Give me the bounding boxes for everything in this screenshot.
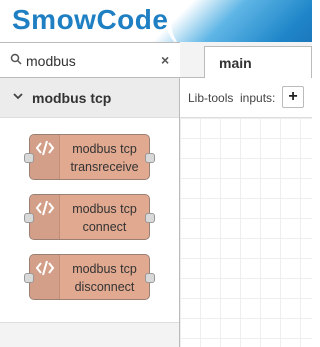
palette-node-modbus-tcp-connect[interactable]: modbus tcp connect bbox=[24, 194, 155, 240]
node-label: modbus tcp connect bbox=[62, 200, 147, 236]
header-wave-decoration bbox=[156, 0, 264, 42]
category-header-modbus-tcp[interactable]: modbus tcp bbox=[0, 78, 179, 118]
node-label-line2: disconnect bbox=[74, 280, 135, 294]
lib-tools-label[interactable]: Lib-tools bbox=[188, 91, 233, 105]
input-port[interactable] bbox=[24, 273, 34, 283]
category-body: modbus tcp transreceive modbus tcp conne… bbox=[0, 118, 179, 322]
node-icon-area bbox=[30, 195, 60, 239]
input-port[interactable] bbox=[24, 213, 34, 223]
node-label-line1: modbus tcp bbox=[72, 142, 137, 156]
chevron-down-icon bbox=[13, 93, 23, 100]
node-icon-area bbox=[30, 255, 60, 299]
node-label-line1: modbus tcp bbox=[72, 262, 137, 276]
output-port[interactable] bbox=[145, 213, 155, 223]
node-palette: × modbus tcp modbus tcp transreceive bbox=[0, 42, 180, 347]
output-port[interactable] bbox=[145, 273, 155, 283]
code-icon bbox=[35, 260, 55, 276]
flow-canvas[interactable] bbox=[180, 118, 312, 347]
workspace-toolbar: Lib-tools inputs: + bbox=[180, 78, 312, 118]
node-label-line2: connect bbox=[82, 220, 127, 234]
tab-main[interactable]: main bbox=[204, 46, 312, 79]
node-label: modbus tcp transreceive bbox=[62, 140, 147, 176]
inputs-label: inputs: bbox=[240, 91, 276, 105]
palette-search: × bbox=[0, 42, 180, 78]
node-icon-area bbox=[30, 135, 60, 179]
clear-search-icon[interactable]: × bbox=[161, 52, 169, 68]
code-icon bbox=[35, 200, 55, 216]
input-port[interactable] bbox=[24, 153, 34, 163]
tab-label: main bbox=[219, 55, 252, 71]
output-port[interactable] bbox=[145, 153, 155, 163]
palette-node-modbus-tcp-disconnect[interactable]: modbus tcp disconnect bbox=[24, 254, 155, 300]
workspace-tabs: main bbox=[180, 42, 312, 79]
code-icon bbox=[35, 140, 55, 156]
palette-footer bbox=[0, 322, 179, 347]
category-label: modbus tcp bbox=[32, 90, 112, 106]
node-label-line1: modbus tcp bbox=[72, 202, 137, 216]
palette-node-modbus-tcp-transreceive[interactable]: modbus tcp transreceive bbox=[24, 134, 155, 180]
node-label: modbus tcp disconnect bbox=[62, 260, 147, 296]
add-input-button[interactable]: + bbox=[282, 86, 304, 108]
app-logo: SmowCode bbox=[12, 4, 169, 35]
search-icon bbox=[10, 53, 22, 65]
palette-search-input[interactable] bbox=[26, 51, 156, 71]
node-label-line2: transreceive bbox=[70, 160, 139, 174]
app-header: SmowCode bbox=[0, 0, 312, 42]
workspace: main Lib-tools inputs: + bbox=[180, 42, 312, 347]
